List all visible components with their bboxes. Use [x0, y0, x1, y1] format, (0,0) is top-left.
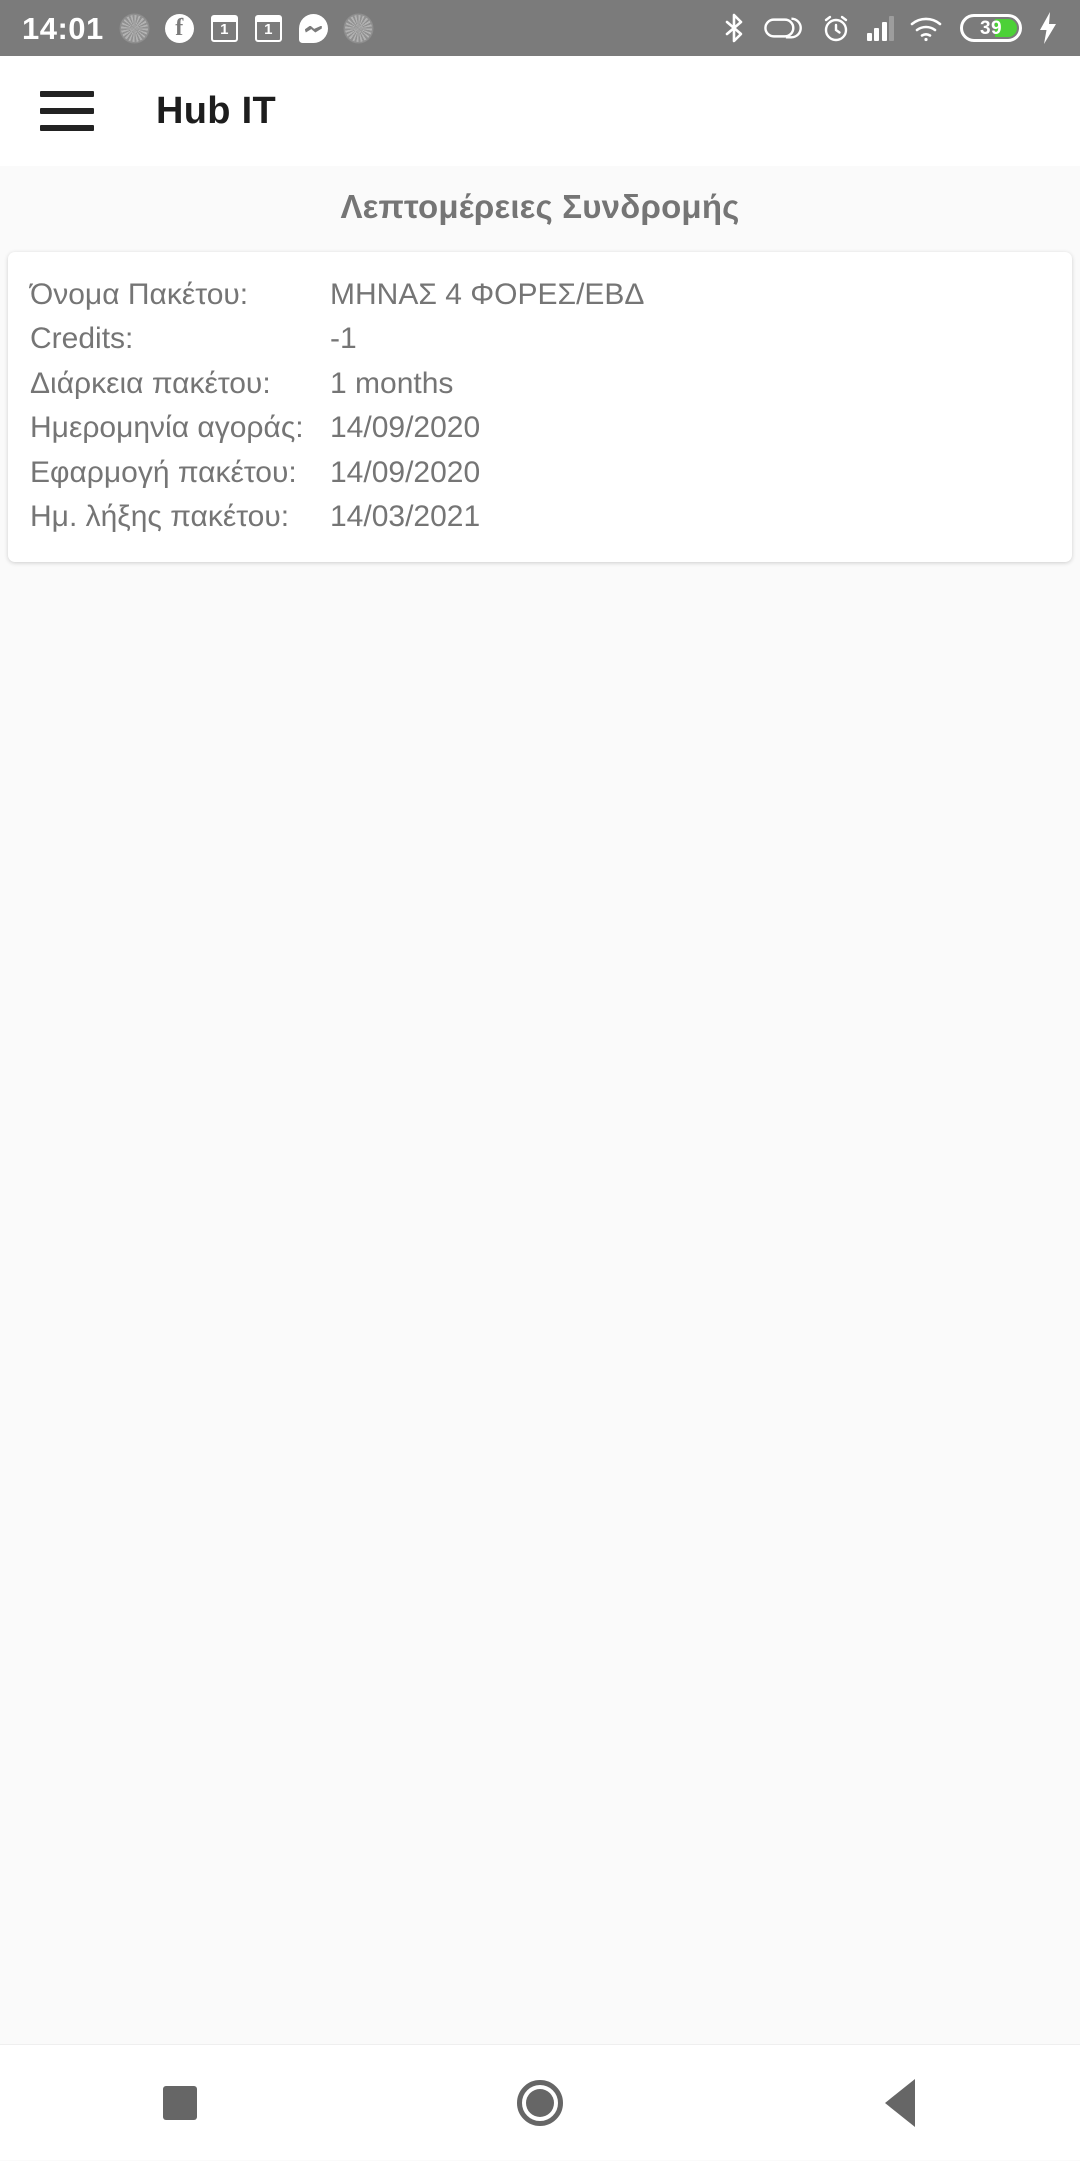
recents-button[interactable] — [105, 2045, 255, 2161]
detail-row: Credits: -1 — [8, 320, 1072, 358]
battery-icon: 39 — [960, 14, 1022, 42]
detail-label: Όνομα Πακέτου: — [30, 278, 249, 311]
status-bar-left: 14:01 1 1 — [22, 13, 372, 44]
calendar-badge-1-icon: 1 — [210, 14, 238, 42]
calendar-badge-1-icon: 1 — [254, 14, 282, 42]
detail-row: Ημ. λήξης πακέτου: 14/03/2021 — [8, 498, 1072, 536]
detail-value: -1 — [330, 322, 357, 356]
charging-bolt-icon — [1038, 12, 1058, 44]
hamburger-menu-icon[interactable] — [40, 91, 94, 131]
facebook-icon — [164, 13, 194, 43]
detail-label: Credits: — [30, 322, 134, 356]
detail-label: Ημ. λήξης πακέτου: — [30, 499, 290, 533]
calendar-badge-count: 1 — [264, 21, 273, 38]
square-icon — [163, 2085, 197, 2120]
detail-label: Εφαρμογή πακέτου: — [30, 455, 297, 489]
detail-label: Ημερομηνία αγοράς: — [30, 411, 304, 445]
detail-row: Ημερομηνία αγοράς: 14/09/2020 — [8, 409, 1072, 447]
detail-value: 14/09/2020 — [330, 411, 481, 445]
main-content: Λεπτομέρειες Συνδρομής Όνομα Πακέτου: ΜΗ… — [0, 166, 1080, 2044]
battery-percent-label: 39 — [980, 17, 1002, 39]
status-bar: 14:01 1 1 — [0, 0, 1080, 56]
blurred-app-icon — [120, 14, 148, 42]
detail-row: Διάρκεια πακέτου: 1 months — [8, 365, 1072, 403]
back-button[interactable] — [825, 2045, 975, 2161]
alarm-icon — [821, 13, 851, 43]
status-bar-clock: 14:01 — [22, 10, 104, 46]
app-bar: Hub IT — [0, 56, 1080, 166]
wifi-icon — [910, 15, 944, 42]
messenger-icon — [298, 13, 328, 43]
circle-icon — [517, 2079, 563, 2126]
phone-screen: 14:01 1 1 — [0, 0, 1080, 2160]
vpn-pill-icon — [763, 15, 805, 41]
status-bar-right: 39 — [721, 12, 1059, 44]
cellular-signal-icon — [866, 15, 894, 41]
page-title: Hub IT — [156, 89, 276, 132]
home-button[interactable] — [465, 2045, 615, 2161]
detail-value: 14/03/2021 — [330, 499, 481, 533]
detail-label: Διάρκεια πακέτου: — [30, 366, 271, 400]
detail-value: 1 months — [330, 366, 454, 400]
section-title: Λεπτομέρειες Συνδρομής — [340, 188, 740, 225]
triangle-left-icon — [885, 2078, 915, 2127]
detail-value: ΜΗΝΑΣ 4 ΦΟΡΕΣ/ΕΒΔ — [330, 278, 645, 311]
detail-row: Εφαρμογή πακέτου: 14/09/2020 — [8, 454, 1072, 492]
system-navigation-bar — [0, 2044, 1080, 2160]
detail-row: Όνομα Πακέτου: ΜΗΝΑΣ 4 ΦΟΡΕΣ/ΕΒΔ — [8, 276, 1072, 314]
blurred-app-icon — [344, 14, 372, 42]
bluetooth-icon — [721, 13, 747, 43]
content-empty-area — [0, 562, 1080, 2044]
subscription-details-card: Όνομα Πακέτου: ΜΗΝΑΣ 4 ΦΟΡΕΣ/ΕΒΔ Credits… — [8, 252, 1072, 563]
detail-value: 14/09/2020 — [330, 455, 481, 489]
calendar-badge-count: 1 — [220, 21, 229, 38]
